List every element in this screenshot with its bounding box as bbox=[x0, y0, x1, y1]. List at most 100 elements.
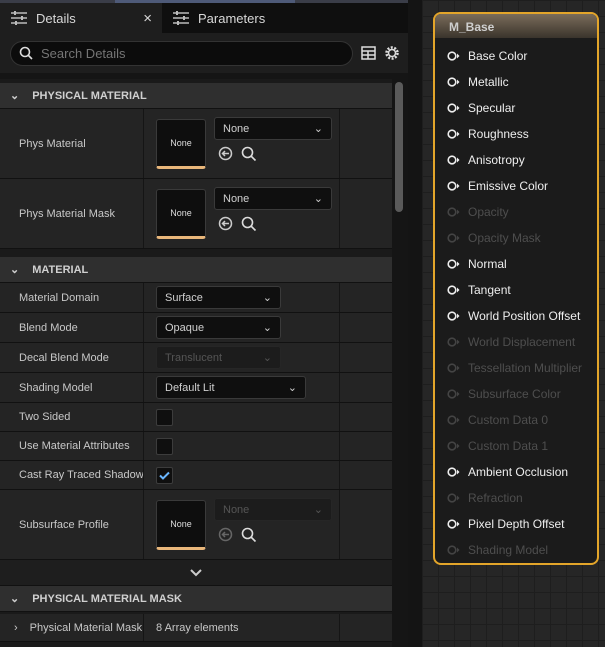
input-pin[interactable]: Opacity Mask bbox=[435, 225, 597, 251]
shading-model-combo[interactable]: Default Lit ⌄ bbox=[156, 376, 306, 399]
pin-icon[interactable] bbox=[447, 337, 460, 347]
input-pin[interactable]: Shading Model bbox=[435, 537, 597, 563]
pin-icon[interactable] bbox=[447, 389, 460, 399]
asset-thumbnail[interactable]: None bbox=[156, 118, 206, 169]
search-box[interactable] bbox=[10, 40, 353, 66]
row-label: Shading Model bbox=[0, 373, 144, 402]
material-domain-combo[interactable]: Surface ⌄ bbox=[156, 286, 281, 309]
pin-label: Pixel Depth Offset bbox=[468, 517, 565, 531]
use-selected-icon[interactable] bbox=[218, 146, 233, 161]
chevron-right-icon[interactable]: › bbox=[14, 622, 18, 634]
two-sided-checkbox[interactable] bbox=[156, 408, 173, 426]
input-pin[interactable]: Tangent bbox=[435, 277, 597, 303]
tab-parameters[interactable]: Parameters bbox=[162, 3, 275, 33]
gear-icon[interactable] bbox=[384, 45, 400, 61]
section-material[interactable]: ⌄ MATERIAL bbox=[0, 257, 392, 283]
pin-label: Ambient Occlusion bbox=[468, 465, 569, 479]
cast-ray-traced-shadows-checkbox[interactable] bbox=[156, 466, 173, 484]
pin-icon[interactable] bbox=[447, 363, 460, 373]
chevron-down-icon: ⌄ bbox=[262, 352, 272, 364]
input-pin[interactable]: Pixel Depth Offset bbox=[435, 511, 597, 537]
pin-label: Tangent bbox=[468, 283, 511, 297]
pin-label: Opacity Mask bbox=[468, 231, 541, 245]
subsurface-profile-row: Subsurface Profile None None ⌄ bbox=[0, 490, 392, 560]
input-pin[interactable]: Emissive Color bbox=[435, 173, 597, 199]
row-label: Decal Blend Mode bbox=[0, 343, 144, 372]
pin-label: Roughness bbox=[468, 127, 529, 141]
pin-icon[interactable] bbox=[447, 285, 460, 295]
pin-icon[interactable] bbox=[447, 441, 460, 451]
browse-search-icon[interactable] bbox=[241, 527, 257, 543]
pin-icon[interactable] bbox=[447, 233, 460, 243]
pin-icon[interactable] bbox=[447, 415, 460, 425]
input-pin[interactable]: World Position Offset bbox=[435, 303, 597, 329]
use-selected-icon[interactable] bbox=[218, 216, 233, 231]
browse-search-icon[interactable] bbox=[241, 146, 257, 162]
pin-icon[interactable] bbox=[447, 103, 460, 113]
use-selected-icon bbox=[218, 527, 233, 542]
input-pin[interactable]: Custom Data 0 bbox=[435, 407, 597, 433]
array-count: 8 Array elements bbox=[144, 614, 392, 641]
cast-ray-traced-shadows-row: Cast Ray Traced Shadows bbox=[0, 461, 392, 490]
combo-value: Default Lit bbox=[165, 381, 215, 394]
pin-icon[interactable] bbox=[447, 77, 460, 87]
pin-icon[interactable] bbox=[447, 519, 460, 529]
pin-icon[interactable] bbox=[447, 207, 460, 217]
chevron-down-icon: ⌄ bbox=[262, 322, 272, 334]
details-content: ⌄ PHYSICAL MATERIAL Phys Material None No… bbox=[0, 79, 392, 647]
pin-icon[interactable] bbox=[447, 545, 460, 555]
section-physical-material-mask[interactable]: ⌄ PHYSICAL MATERIAL MASK bbox=[0, 586, 392, 612]
material-node[interactable]: M_Base Base Color Metallic Specular Roughne… bbox=[433, 12, 599, 565]
browse-search-icon[interactable] bbox=[241, 216, 257, 232]
input-pin[interactable]: World Displacement bbox=[435, 329, 597, 355]
input-pin[interactable]: Refraction bbox=[435, 485, 597, 511]
input-pin[interactable]: Subsurface Color bbox=[435, 381, 597, 407]
input-pin[interactable]: Metallic bbox=[435, 69, 597, 95]
search-input[interactable] bbox=[41, 45, 301, 61]
pin-icon[interactable] bbox=[447, 493, 460, 503]
input-pin[interactable]: Custom Data 1 bbox=[435, 433, 597, 459]
node-pins: Base Color Metallic Specular Roughness Aniso… bbox=[435, 38, 597, 563]
phys-material-combo[interactable]: None ⌄ bbox=[214, 117, 332, 140]
pin-icon[interactable] bbox=[447, 129, 460, 139]
combo-value: Surface bbox=[165, 291, 203, 304]
chevron-down-icon: ⌄ bbox=[313, 504, 323, 516]
section-title: MATERIAL bbox=[32, 263, 89, 276]
scrollbar[interactable] bbox=[395, 82, 403, 212]
phys-material-mask-combo[interactable]: None ⌄ bbox=[214, 187, 332, 210]
input-pin[interactable]: Ambient Occlusion bbox=[435, 459, 597, 485]
pin-icon[interactable] bbox=[447, 181, 460, 191]
pin-icon[interactable] bbox=[447, 51, 460, 61]
tab-details[interactable]: Details × bbox=[0, 3, 162, 33]
show-advanced-button[interactable] bbox=[0, 560, 392, 586]
input-pin[interactable]: Opacity bbox=[435, 199, 597, 225]
input-pin[interactable]: Normal bbox=[435, 251, 597, 277]
use-material-attributes-checkbox[interactable] bbox=[156, 437, 173, 455]
splitter[interactable] bbox=[408, 0, 422, 647]
combo-value: None bbox=[223, 192, 250, 205]
section-physical-material[interactable]: ⌄ PHYSICAL MATERIAL bbox=[0, 83, 392, 109]
pin-icon[interactable] bbox=[447, 311, 460, 321]
section-title: PHYSICAL MATERIAL MASK bbox=[32, 592, 182, 605]
physical-material-mask-array-row[interactable]: › Physical Material Mask 8 Array elements bbox=[0, 614, 392, 642]
input-pin[interactable]: Tessellation Multiplier bbox=[435, 355, 597, 381]
chevron-down-icon: ⌄ bbox=[262, 292, 272, 304]
sliders-icon bbox=[11, 11, 27, 25]
row-label-text: Physical Material Mask bbox=[29, 621, 143, 634]
pin-icon[interactable] bbox=[447, 155, 460, 165]
chevron-down-icon: ⌄ bbox=[10, 593, 20, 605]
section-title: PHYSICAL MATERIAL bbox=[32, 89, 147, 102]
close-icon[interactable]: × bbox=[143, 10, 152, 27]
input-pin[interactable]: Anisotropy bbox=[435, 147, 597, 173]
input-pin[interactable]: Base Color bbox=[435, 43, 597, 69]
pin-icon[interactable] bbox=[447, 259, 460, 269]
input-pin[interactable]: Roughness bbox=[435, 121, 597, 147]
pin-icon[interactable] bbox=[447, 467, 460, 477]
asset-thumbnail[interactable]: None bbox=[156, 499, 206, 550]
blend-mode-combo[interactable]: Opaque ⌄ bbox=[156, 316, 281, 339]
checkmark-icon bbox=[159, 471, 170, 480]
input-pin[interactable]: Specular bbox=[435, 95, 597, 121]
pin-label: Refraction bbox=[468, 491, 523, 505]
table-view-icon[interactable] bbox=[361, 46, 376, 60]
asset-thumbnail[interactable]: None bbox=[156, 188, 206, 239]
